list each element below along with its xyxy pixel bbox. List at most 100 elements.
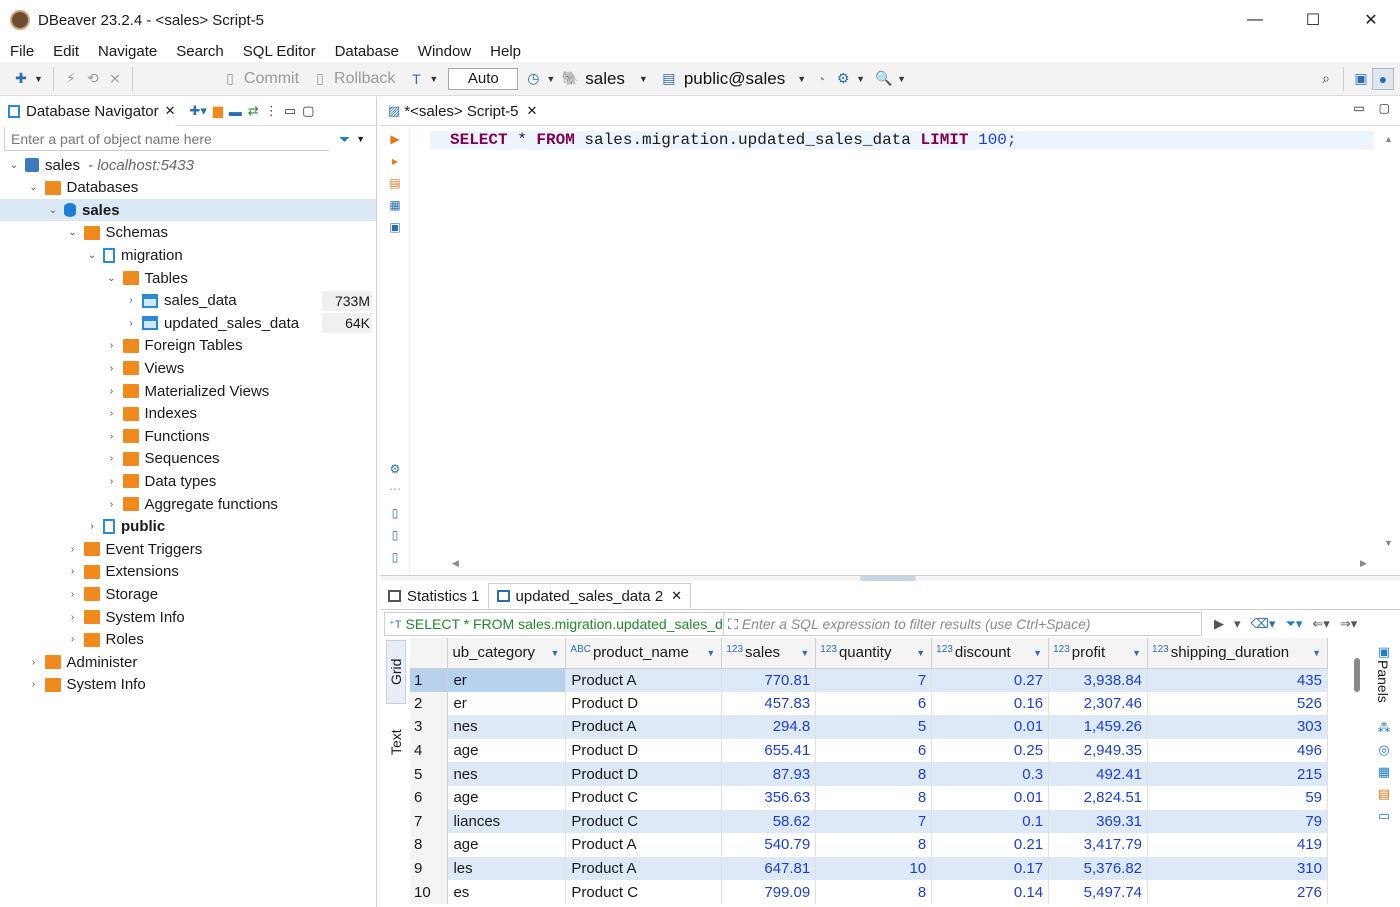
filter-history-dropdown-icon[interactable]: ▾: [1234, 616, 1241, 632]
chevron-right-icon[interactable]: ›: [106, 363, 118, 374]
table-cell[interactable]: 457.83: [721, 691, 817, 716]
tree-item[interactable]: › Functions: [0, 425, 376, 447]
table-cell[interactable]: 647.81: [721, 856, 817, 881]
chevron-right-icon[interactable]: ›: [125, 318, 137, 329]
close-icon[interactable]: ✕: [527, 103, 538, 119]
tree-item[interactable]: › Materialized Views: [0, 380, 376, 402]
editor-results-splitter[interactable]: [380, 575, 1400, 581]
row-number[interactable]: 6: [410, 785, 449, 810]
table-cell[interactable]: Product D: [565, 738, 723, 763]
results-filter-input[interactable]: ⛶ Enter a SQL expression to filter resul…: [724, 612, 1202, 636]
grid-scroll-thumb[interactable]: [1354, 658, 1360, 692]
execute-in-new-tab-icon[interactable]: ▸: [388, 154, 402, 168]
table-cell[interactable]: 6: [815, 691, 933, 716]
table-cell[interactable]: es: [447, 880, 567, 904]
table-cell[interactable]: 369.31: [1048, 809, 1149, 834]
tree-item[interactable]: › Data types: [0, 470, 376, 492]
table-cell[interactable]: 435: [1147, 668, 1328, 692]
tab-script-5[interactable]: ▨ *<sales> Script-5 ✕: [380, 97, 545, 126]
dbeaver-perspective-icon[interactable]: ●: [1372, 67, 1394, 90]
tree-item[interactable]: › Extensions: [0, 561, 376, 583]
sql-line-1[interactable]: SELECT * FROM sales.migration.updated_sa…: [430, 131, 1374, 150]
column-sort-icon[interactable]: ▼: [550, 648, 559, 658]
chevron-right-icon[interactable]: ›: [106, 386, 118, 397]
connect-icon[interactable]: ⚡: [60, 68, 82, 90]
chevron-right-icon[interactable]: ›: [106, 476, 118, 487]
chevron-down-icon[interactable]: ⌄: [47, 205, 59, 216]
table-cell[interactable]: 0.21: [931, 833, 1050, 857]
column-sort-icon[interactable]: ▼: [706, 648, 715, 658]
row-number[interactable]: 1: [410, 668, 449, 692]
table-cell[interactable]: 7: [815, 668, 933, 692]
view-menu-icon[interactable]: ⋮: [265, 103, 278, 119]
open-console-icon[interactable]: ▣: [388, 220, 402, 234]
table-cell[interactable]: 276: [1147, 880, 1328, 904]
tree-item[interactable]: › System Info: [0, 606, 376, 628]
table-cell[interactable]: 0.1: [931, 809, 1050, 834]
row-number[interactable]: 7: [410, 809, 449, 834]
minimize-button[interactable]: —: [1226, 0, 1284, 40]
tab-statistics-1[interactable]: Statistics 1: [380, 583, 488, 609]
expand-filter-icon[interactable]: ⛶: [728, 616, 738, 633]
column-header[interactable]: 123 sales ▼: [721, 638, 817, 669]
row-number[interactable]: 9: [410, 856, 449, 881]
rollback-button[interactable]: Rollback: [334, 70, 395, 88]
new-script-icon[interactable]: ▯: [388, 506, 402, 520]
row-number[interactable]: 8: [410, 833, 449, 857]
table-cell[interactable]: age: [447, 833, 567, 857]
menu-sql-editor[interactable]: SQL Editor: [233, 43, 325, 60]
filter-dropdown-icon[interactable]: ▼: [356, 134, 365, 144]
tree-item[interactable]: › System Info: [0, 674, 376, 696]
chevron-right-icon[interactable]: ›: [67, 612, 79, 623]
chevron-right-icon[interactable]: ›: [86, 521, 98, 532]
chevron-right-icon[interactable]: ›: [106, 408, 118, 419]
table-cell[interactable]: Product A: [565, 715, 723, 739]
table-row[interactable]: 6 age Product C 356.63 8 0.01 2,824.51 59: [410, 785, 1328, 810]
row-number[interactable]: 10: [410, 880, 449, 904]
chevron-down-icon[interactable]: ⌄: [67, 227, 79, 238]
table-cell[interactable]: 5: [815, 715, 933, 739]
chevron-right-icon[interactable]: ›: [106, 453, 118, 464]
filter-icon[interactable]: ⏷▾: [1285, 616, 1302, 632]
connection-dropdown-icon[interactable]: ▼: [639, 74, 648, 84]
new-connection-icon[interactable]: ✚▾: [189, 103, 206, 119]
column-sort-icon[interactable]: ▼: [916, 648, 925, 658]
table-cell[interactable]: 87.93: [721, 762, 817, 786]
chevron-right-icon[interactable]: ›: [28, 679, 40, 690]
auto-commit-mode[interactable]: Auto: [448, 67, 519, 90]
scroll-right-icon[interactable]: ▶: [1360, 558, 1367, 569]
table-cell[interactable]: 8: [815, 785, 933, 810]
tools-dropdown-icon[interactable]: ▼: [856, 74, 865, 84]
table-cell[interactable]: 58.62: [721, 809, 817, 834]
schema-dropdown-icon[interactable]: ▼: [797, 74, 806, 84]
table-cell[interactable]: 2,824.51: [1048, 785, 1149, 810]
tree-item[interactable]: › sales_data 733M: [0, 290, 376, 312]
table-cell[interactable]: 10: [815, 856, 933, 881]
table-cell[interactable]: Product A: [565, 856, 723, 881]
table-cell[interactable]: nes: [447, 715, 567, 739]
forward-icon[interactable]: ⇒▾: [1340, 616, 1357, 632]
column-sort-icon[interactable]: ▼: [1132, 648, 1141, 658]
table-cell[interactable]: age: [447, 738, 567, 763]
dashboard-icon[interactable]: ◔: [810, 68, 832, 90]
table-cell[interactable]: 655.41: [721, 738, 817, 763]
chart-panel-icon[interactable]: ▦: [1376, 764, 1392, 779]
close-icon[interactable]: ✕: [165, 103, 176, 119]
row-number[interactable]: 5: [410, 762, 449, 786]
table-cell[interactable]: 2,949.35: [1048, 738, 1149, 763]
table-cell[interactable]: 8: [815, 880, 933, 904]
search-icon[interactable]: ⌕: [1315, 68, 1337, 90]
grouping-panel-icon[interactable]: ▤: [1376, 786, 1392, 801]
editor-horizontal-scrollbar[interactable]: ◀ ▶: [418, 556, 1380, 574]
table-cell[interactable]: 0.17: [931, 856, 1050, 881]
table-cell[interactable]: nes: [447, 762, 567, 786]
table-cell[interactable]: 540.79: [721, 833, 817, 857]
tree-item[interactable]: › Indexes: [0, 403, 376, 425]
table-cell[interactable]: 0.16: [931, 691, 1050, 716]
menu-edit[interactable]: Edit: [43, 43, 88, 60]
apply-filter-icon[interactable]: ▶: [1214, 616, 1224, 632]
tab-text[interactable]: Text: [386, 712, 406, 772]
chevron-down-icon[interactable]: ⌄: [8, 160, 20, 171]
menu-search[interactable]: Search: [166, 43, 233, 60]
table-row[interactable]: 8 age Product A 540.79 8 0.21 3,417.79 419: [410, 833, 1328, 857]
